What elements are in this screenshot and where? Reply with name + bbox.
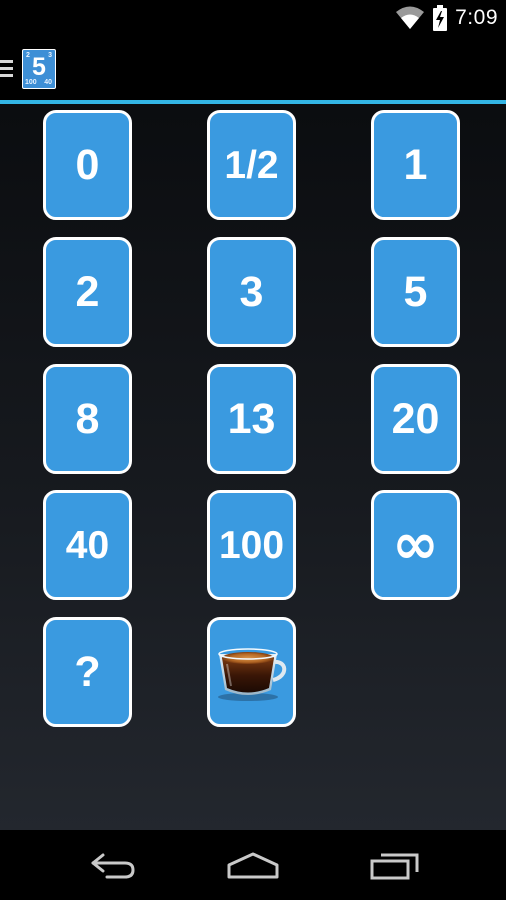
- card-half[interactable]: 1/2: [207, 110, 296, 220]
- card-3[interactable]: 3: [207, 237, 296, 347]
- card-label: 8: [75, 394, 100, 443]
- screen: 7:09 2 3 5 100 40 0 1/2 1 2 3 5 8 13 20 …: [0, 0, 506, 900]
- home-icon: [226, 850, 280, 880]
- card-2[interactable]: 2: [43, 237, 132, 347]
- back-icon: [89, 851, 137, 879]
- card-label: 20: [391, 394, 440, 443]
- recent-apps-icon: [369, 850, 421, 880]
- card-100[interactable]: 100: [207, 490, 296, 600]
- card-coffee[interactable]: [207, 617, 296, 727]
- home-button[interactable]: [213, 842, 293, 888]
- card-question[interactable]: ?: [43, 617, 132, 727]
- nav-bar: [0, 830, 506, 900]
- card-1[interactable]: 1: [371, 110, 460, 220]
- card-label: 5: [403, 267, 428, 316]
- card-infinity[interactable]: ∞: [371, 490, 460, 600]
- card-label: ∞: [392, 512, 439, 577]
- recent-apps-button[interactable]: [355, 842, 435, 888]
- back-button[interactable]: [73, 842, 153, 888]
- coffee-cup-icon: [213, 642, 291, 702]
- card-0[interactable]: 0: [43, 110, 132, 220]
- card-label: 1: [403, 140, 428, 189]
- card-label: 1/2: [224, 143, 279, 187]
- card-grid: 0 1/2 1 2 3 5 8 13 20 40 100 ∞ ?: [0, 0, 506, 830]
- card-5[interactable]: 5: [371, 237, 460, 347]
- card-8[interactable]: 8: [43, 364, 132, 474]
- card-20[interactable]: 20: [371, 364, 460, 474]
- card-40[interactable]: 40: [43, 490, 132, 600]
- card-label: 2: [75, 267, 100, 316]
- card-label: ?: [74, 647, 101, 696]
- card-label: 13: [227, 394, 276, 443]
- card-label: 40: [65, 523, 110, 567]
- card-13[interactable]: 13: [207, 364, 296, 474]
- card-label: 3: [239, 267, 264, 316]
- card-label: 100: [218, 523, 285, 567]
- card-label: 0: [75, 140, 100, 189]
